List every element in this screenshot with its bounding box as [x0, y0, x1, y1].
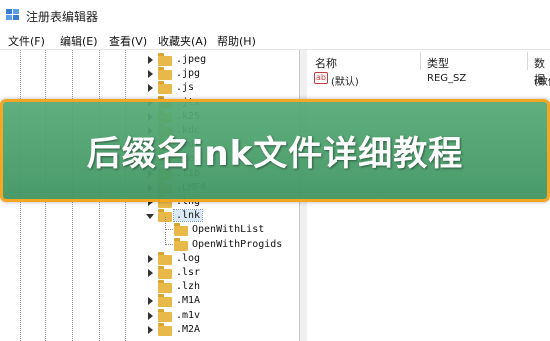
tree-key-label: .m1v [176, 309, 201, 321]
menu-file[interactable]: 文件(F) [8, 33, 45, 49]
tree-connector [165, 231, 173, 245]
registry-editor-icon [6, 9, 19, 20]
column-header-type[interactable]: 类型 [427, 55, 449, 71]
tree-key-label: .lsr [176, 267, 201, 278]
tree-key-label: .log [176, 252, 201, 264]
tree-key-label: .M1A [176, 295, 201, 307]
folder-icon [158, 251, 172, 265]
menu-favorites[interactable]: 收藏夹(A) [158, 33, 207, 49]
folder-icon [158, 322, 172, 336]
title-bar: 注册表编辑器 [0, 0, 550, 30]
folder-icon [158, 280, 172, 294]
folder-icon [158, 53, 172, 66]
value-type: REG_SZ [427, 73, 467, 84]
banner-title: 后缀名ink文件详细教程 [86, 134, 464, 174]
tree-subkey-label: OpenWithProgids [192, 238, 283, 250]
column-header-name[interactable]: 名称 [315, 55, 337, 71]
tree-key-label: .jpg [176, 68, 201, 80]
folder-icon [174, 237, 188, 251]
folder-icon [158, 266, 172, 279]
expand-arrow-icon[interactable] [148, 325, 153, 334]
window-title: 注册表编辑器 [26, 10, 99, 24]
menu-help[interactable]: 帮助(H) [217, 33, 256, 49]
expand-arrow-icon[interactable] [148, 311, 153, 320]
expand-arrow-icon[interactable] [148, 70, 153, 79]
value-name: (默认) [331, 77, 359, 88]
expand-arrow-icon[interactable] [148, 84, 153, 93]
tree-key-row[interactable]: .M2A [0, 322, 299, 339]
column-separator[interactable] [420, 52, 421, 70]
collapse-arrow-icon[interactable] [146, 214, 154, 220]
tree-key-label: .lnk [172, 209, 204, 223]
folder-icon [158, 67, 172, 81]
string-value-icon: ab [314, 72, 328, 84]
title-banner: 后缀名ink文件详细教程 [0, 99, 550, 202]
menu-edit[interactable]: 编辑(E) [60, 33, 98, 49]
folder-icon [158, 308, 172, 322]
tree-connector [165, 217, 173, 231]
tree-key-label: .js [176, 82, 195, 94]
menu-bar: 文件(F) 编辑(E) 查看(V) 收藏夹(A) 帮助(H) [0, 30, 550, 50]
menu-view[interactable]: 查看(V) [109, 33, 147, 49]
folder-icon [174, 223, 188, 237]
expand-arrow-icon[interactable] [148, 269, 153, 277]
folder-icon [158, 81, 172, 95]
tree-key-label: .jpeg [176, 54, 207, 65]
tree-key-label: .lzh [176, 281, 201, 293]
tree-key-label: .M2A [176, 323, 201, 335]
column-separator[interactable] [527, 52, 528, 70]
value-data: (数值未设置) [534, 77, 550, 88]
folder-icon [158, 294, 172, 308]
expand-arrow-icon[interactable] [148, 297, 153, 306]
expand-arrow-icon[interactable] [148, 56, 153, 64]
expand-arrow-icon[interactable] [148, 254, 153, 263]
tree-subkey-label: OpenWithList [192, 224, 265, 236]
